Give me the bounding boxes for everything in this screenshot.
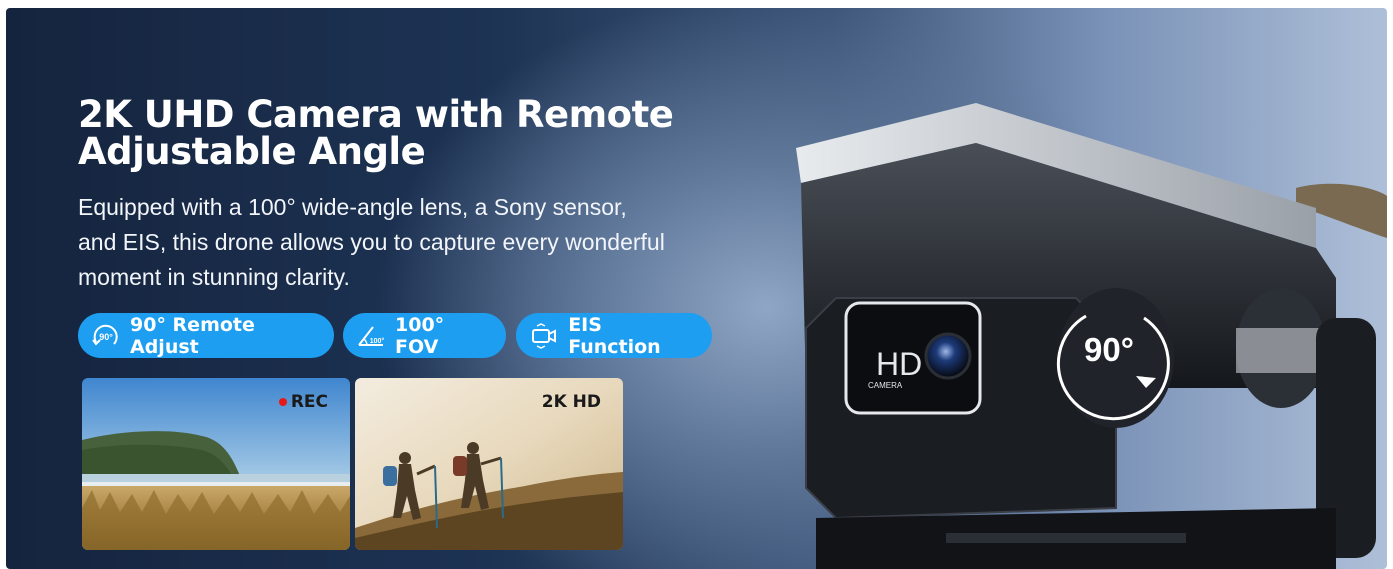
angle-badge: 90° bbox=[1084, 331, 1134, 368]
rotate-90-icon-text: 90° bbox=[99, 332, 113, 342]
angle-100-icon: 100° bbox=[355, 322, 387, 350]
photo-hikers: 2K HD bbox=[355, 378, 623, 550]
feature-label-fov: 100° FOV bbox=[395, 313, 445, 358]
rotate-90-icon: 90° bbox=[90, 322, 122, 350]
description-line-3: moment in stunning clarity. bbox=[78, 264, 350, 290]
angle-100-icon-text: 100° bbox=[370, 337, 385, 345]
rec-label: REC bbox=[290, 392, 328, 412]
description: Equipped with a 100° wide-angle lens, a … bbox=[78, 190, 778, 295]
description-line-1: Equipped with a 100° wide-angle lens, a … bbox=[78, 194, 627, 220]
rec-indicator: REC bbox=[278, 392, 328, 412]
photo-coast-landscape: REC bbox=[82, 378, 350, 550]
resolution-label: 2K HD bbox=[541, 392, 601, 412]
feature-pill-fov: 100° 100° FOV bbox=[343, 313, 506, 358]
feature-pill-remote-adjust: 90° 90° Remote Adjust bbox=[78, 313, 334, 358]
feature-banner: 2K UHD Camera with Remote Adjustable Ang… bbox=[6, 8, 1387, 569]
page-title: 2K UHD Camera with Remote Adjustable Ang… bbox=[78, 96, 674, 173]
drone-camera-illustration: HD CAMERA 90° bbox=[796, 103, 1387, 569]
rec-dot-icon bbox=[278, 398, 287, 406]
title-line-2: Adjustable Angle bbox=[78, 130, 426, 173]
lens-camera-label: CAMERA bbox=[868, 381, 903, 390]
lens-hd-label: HD bbox=[876, 346, 922, 382]
description-line-2: and EIS, this drone allows you to captur… bbox=[78, 229, 665, 255]
feature-label-remote-adjust: 90° Remote Adjust bbox=[130, 313, 255, 358]
feature-pill-eis: EIS Function bbox=[516, 313, 712, 358]
feature-label-eis: EIS Function bbox=[568, 313, 661, 358]
stabilized-camera-icon bbox=[528, 322, 560, 350]
